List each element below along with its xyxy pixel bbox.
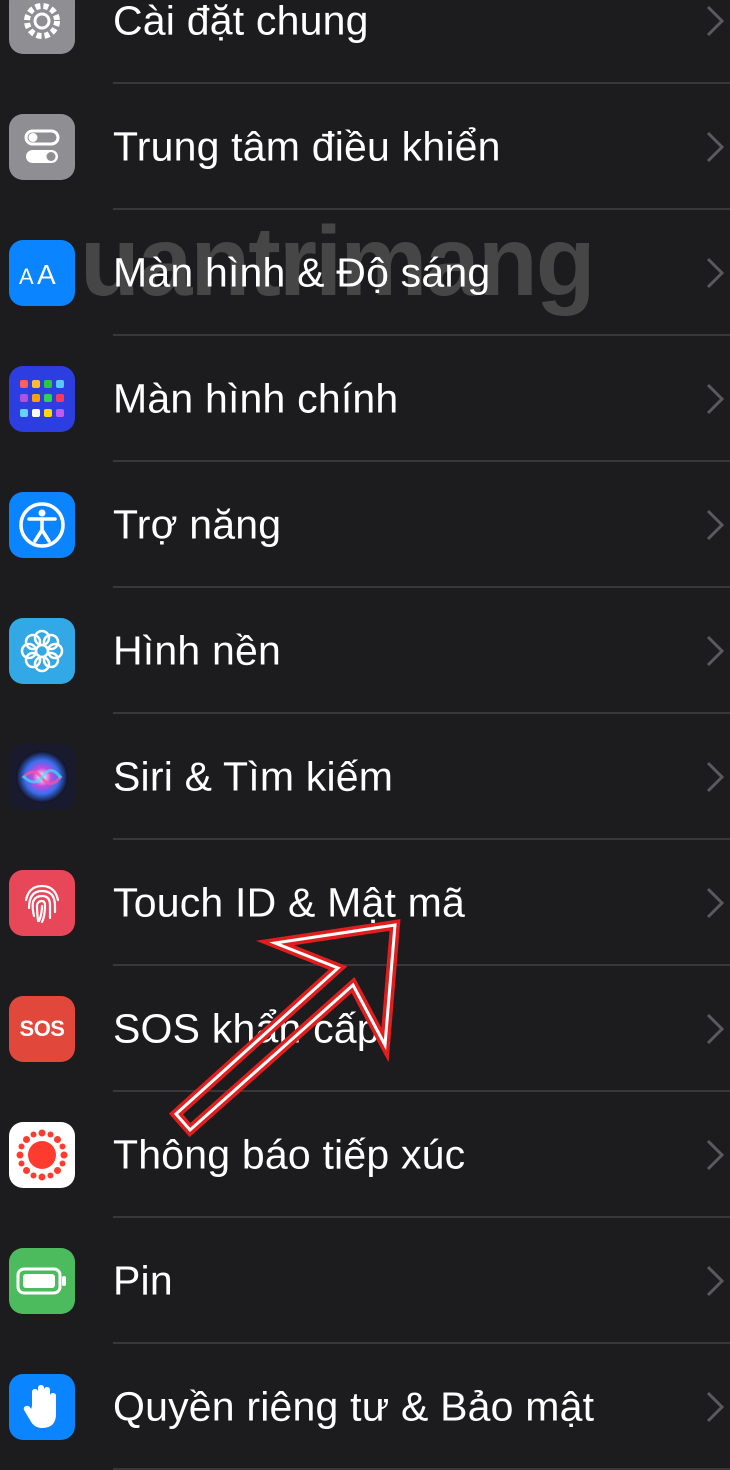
settings-row-accessibility[interactable]: Trợ năng	[0, 462, 730, 588]
settings-row-label: Siri & Tìm kiếm	[113, 753, 394, 800]
settings-row-touch-id-passcode[interactable]: Touch ID & Mật mã	[0, 840, 730, 966]
settings-row-label: Hình nền	[113, 627, 282, 674]
siri-icon	[9, 744, 75, 810]
chevron-right-icon	[706, 1391, 725, 1423]
chevron-right-icon	[706, 1139, 725, 1171]
settings-row-label: Cài đặt chung	[113, 0, 369, 44]
sos-icon: SOS	[9, 996, 75, 1062]
accessibility-icon	[9, 492, 75, 558]
hand-icon	[9, 1374, 75, 1440]
sos-icon-text: SOS	[19, 1016, 65, 1041]
chevron-right-icon	[706, 383, 725, 415]
exposure-notification-icon	[9, 1122, 75, 1188]
settings-row-privacy-security[interactable]: Quyền riêng tư & Bảo mật	[0, 1344, 730, 1470]
settings-row-battery[interactable]: Pin	[0, 1218, 730, 1344]
settings-row-label: Trợ năng	[113, 501, 282, 548]
settings-row-label: Màn hình & Độ sáng	[113, 249, 491, 296]
settings-row-label: Touch ID & Mật mã	[113, 879, 466, 926]
settings-row-label: Trung tâm điều khiển	[113, 123, 501, 170]
wallpaper-flower-icon	[9, 618, 75, 684]
chevron-right-icon	[706, 509, 725, 541]
chevron-right-icon	[706, 5, 725, 37]
settings-row-label: Thông báo tiếp xúc	[113, 1131, 466, 1178]
chevron-right-icon	[706, 761, 725, 793]
toggles-icon	[9, 114, 75, 180]
settings-row-home-screen[interactable]: Màn hình chính	[0, 336, 730, 462]
chevron-right-icon	[706, 1265, 725, 1297]
settings-row-display-brightness[interactable]: AA Màn hình & Độ sáng	[0, 210, 730, 336]
settings-row-exposure-notifications[interactable]: Thông báo tiếp xúc	[0, 1092, 730, 1218]
settings-row-siri-search[interactable]: Siri & Tìm kiếm	[0, 714, 730, 840]
settings-row-label: SOS khẩn cấp	[113, 1005, 380, 1052]
text-size-icon: AA	[9, 240, 75, 306]
settings-row-label: Quyền riêng tư & Bảo mật	[113, 1383, 595, 1430]
settings-row-control-center[interactable]: Trung tâm điều khiển	[0, 84, 730, 210]
settings-row-label: Màn hình chính	[113, 375, 399, 422]
app-grid-icon	[9, 366, 75, 432]
settings-row-wallpaper[interactable]: Hình nền	[0, 588, 730, 714]
battery-icon	[9, 1248, 75, 1314]
chevron-right-icon	[706, 1013, 725, 1045]
chevron-right-icon	[706, 887, 725, 919]
chevron-right-icon	[706, 131, 725, 163]
fingerprint-icon	[9, 870, 75, 936]
settings-list: Cài đặt chung Trung tâm điều khiển AA Mà…	[0, 0, 730, 1470]
svg-text:A: A	[37, 259, 56, 290]
chevron-right-icon	[706, 635, 725, 667]
chevron-right-icon	[706, 257, 725, 289]
gear-icon	[9, 0, 75, 54]
settings-row-general[interactable]: Cài đặt chung	[0, 0, 730, 84]
settings-row-label: Pin	[113, 1257, 173, 1304]
settings-row-emergency-sos[interactable]: SOS SOS khẩn cấp	[0, 966, 730, 1092]
svg-text:A: A	[19, 264, 34, 289]
